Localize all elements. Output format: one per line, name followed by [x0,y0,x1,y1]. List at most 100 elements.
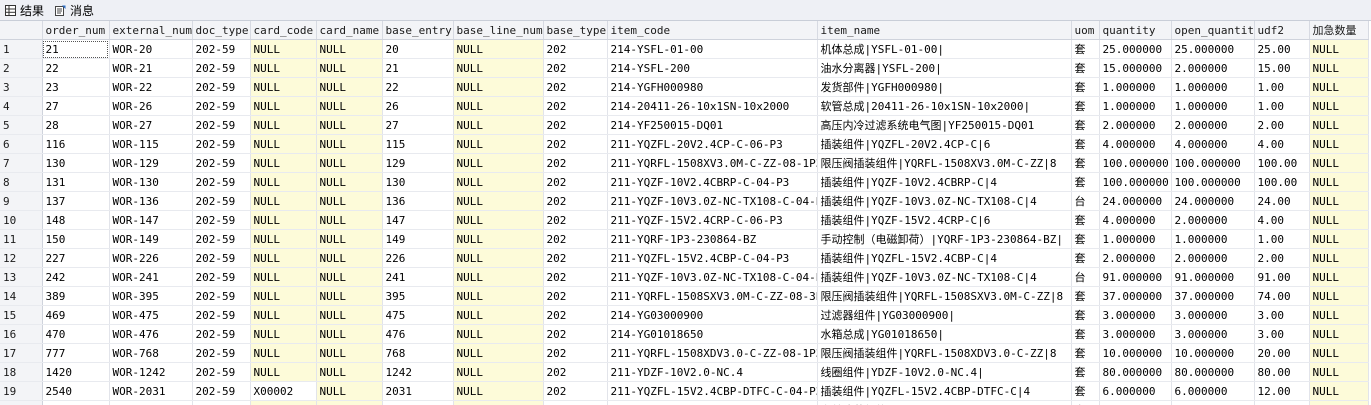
column-header[interactable]: doc_type [192,21,251,40]
table-cell[interactable]: 136 [382,191,454,211]
table-cell[interactable]: 211-YQZF-15V2.4CRP-C-06-P3 [607,210,818,230]
table-cell[interactable]: NULL [250,267,317,287]
table-cell[interactable]: 3.00 [1254,305,1310,325]
table-cell[interactable]: NULL [1309,229,1369,249]
table-cell[interactable]: 153.000000 [1171,400,1255,405]
table-cell[interactable]: NULL [453,77,544,97]
row-number-cell[interactable]: 2 [0,58,43,78]
row-number-cell[interactable]: 14 [0,286,43,306]
table-cell[interactable]: 202-59 [192,134,251,154]
table-cell[interactable]: 202 [543,324,608,344]
table-cell[interactable]: 27 [42,96,110,116]
table-cell[interactable]: 211-YQZF-10V3.0Z-NC-TX108-C-04-P3 [607,191,818,211]
table-cell[interactable]: 211-YQRFL-1508SXV3.0M-C-ZZ-08-3P3 [607,286,818,306]
table-cell[interactable]: NULL [250,286,317,306]
table-cell[interactable]: 套 [1071,153,1100,173]
table-cell[interactable]: 211-YQRFL-1508XV3.0M-C-ZZ-08-1P3 [607,153,818,173]
table-cell[interactable]: 131 [42,172,110,192]
table-cell[interactable]: NULL [250,324,317,344]
table-cell[interactable]: 100.000000 [1171,172,1255,192]
table-cell[interactable]: 套 [1071,96,1100,116]
table-cell[interactable]: NULL [1309,248,1369,268]
table-cell[interactable]: 202 [543,229,608,249]
table-cell[interactable]: 插装组件|YQZFL-20V2.4CP-C|6 [817,134,1072,154]
table-cell[interactable]: NULL [453,248,544,268]
table-cell[interactable]: NULL [316,248,383,268]
row-number-cell[interactable]: 5 [0,115,43,135]
table-cell[interactable]: NULL [1309,324,1369,344]
table-row[interactable]: 4 27 WOR-26 202-59 NULL NULL 26 NULL 202 214-2041… [0,96,1369,116]
table-cell[interactable]: 226 [382,248,454,268]
table-cell[interactable]: 100.00 [1254,400,1310,405]
table-cell[interactable]: 202-59 [192,58,251,78]
column-header[interactable]: item_code [607,21,818,40]
table-cell[interactable]: 80.000000 [1171,362,1255,382]
table-row[interactable]: 2 22 WOR-21 202-59 NULL NULL 21 NULL 202 214-YSFL… [0,58,1369,78]
table-cell[interactable]: NULL [453,324,544,344]
table-row[interactable]: 8 131 WOR-130 202-59 NULL NULL 130 NULL 202 211-Y… [0,172,1369,192]
table-cell[interactable]: NULL [453,58,544,78]
table-cell[interactable]: 2.000000 [1099,248,1172,268]
table-cell[interactable]: WOR-226 [109,248,193,268]
table-cell[interactable]: 10.000000 [1171,343,1255,363]
table-cell[interactable]: NULL [250,77,317,97]
table-cell[interactable]: 10.000000 [1099,343,1172,363]
row-number-cell[interactable]: 4 [0,96,43,116]
table-cell[interactable]: 214-YF250015-DQ01 [607,115,818,135]
table-cell[interactable]: NULL [250,343,317,363]
table-cell[interactable]: 4.000000 [1099,134,1172,154]
table-cell[interactable]: NULL [1309,305,1369,325]
table-row[interactable]: 6 116 WOR-115 202-59 NULL NULL 115 NULL 202 211-Y… [0,134,1369,154]
table-cell[interactable]: 211-YQRFL-1508XDV3.0-C-ZZ-08-1P3 [607,343,818,363]
table-cell[interactable]: 1420 [42,362,110,382]
table-cell[interactable]: 202-59 [192,248,251,268]
table-cell[interactable]: 214-YG03000900 [607,305,818,325]
table-cell[interactable]: 套 [1071,248,1100,268]
table-cell[interactable]: NULL [250,305,317,325]
table-cell[interactable]: 100.000000 [1099,172,1172,192]
table-cell[interactable]: 3.000000 [1099,324,1172,344]
table-cell[interactable]: 202-59 [192,362,251,382]
table-cell[interactable]: 202-59 [192,39,251,59]
table-cell[interactable]: 套 [1071,39,1100,59]
row-number-header[interactable] [0,21,43,40]
table-row[interactable]: 15 469 WOR-475 202-59 NULL NULL 475 NULL 202 214-… [0,305,1369,325]
table-row[interactable]: 202572WOR-2011202-59NULLNULL2011NULL2022… [0,400,1369,405]
table-cell[interactable]: 202-59 [192,400,251,405]
table-cell[interactable]: 20 [382,39,454,59]
table-cell[interactable]: NULL [1309,210,1369,230]
table-cell[interactable]: NULL [316,58,383,78]
table-cell[interactable]: 2.00 [1254,248,1310,268]
table-cell[interactable]: NULL [1309,134,1369,154]
table-cell[interactable]: 1.000000 [1171,96,1255,116]
tab-results[interactable]: 结果 [0,0,50,20]
table-cell[interactable]: 74.00 [1254,286,1310,306]
table-cell[interactable]: WOR-2011 [109,400,193,405]
table-cell[interactable]: 3.000000 [1171,324,1255,344]
table-cell[interactable]: 台 [1071,191,1100,211]
table-cell[interactable]: NULL [1309,343,1369,363]
table-cell[interactable]: 202-59 [192,267,251,287]
table-cell[interactable]: 202-59 [192,191,251,211]
table-cell[interactable]: NULL [316,400,383,405]
table-cell[interactable]: 149 [382,229,454,249]
table-cell[interactable]: 4.000000 [1099,210,1172,230]
table-cell[interactable]: NULL [1309,115,1369,135]
table-cell[interactable]: 214-YSFL-200 [607,58,818,78]
table-cell[interactable]: 91.000000 [1171,267,1255,287]
table-cell[interactable]: NULL [250,96,317,116]
table-cell[interactable]: 插装组件|YQZF-10V3.0Z-NC-TX108-C|4 [817,267,1072,287]
table-cell[interactable]: 套 [1071,400,1100,405]
table-cell[interactable]: 套 [1071,343,1100,363]
table-cell[interactable]: NULL [453,286,544,306]
table-cell[interactable]: 476 [382,324,454,344]
table-row[interactable]: 5 28 WOR-27 202-59 NULL NULL 27 NULL 202 214-YF25… [0,115,1369,135]
column-header[interactable]: quantity [1099,21,1172,40]
table-cell[interactable]: 线圈组件|YDZF-10V2.0-NC.4| [817,362,1072,382]
table-cell[interactable]: 套 [1071,362,1100,382]
table-cell[interactable]: NULL [250,134,317,154]
table-cell[interactable]: 202 [543,191,608,211]
table-cell[interactable]: NULL [316,191,383,211]
table-cell[interactable]: NULL [453,39,544,59]
table-cell[interactable]: 套 [1071,172,1100,192]
